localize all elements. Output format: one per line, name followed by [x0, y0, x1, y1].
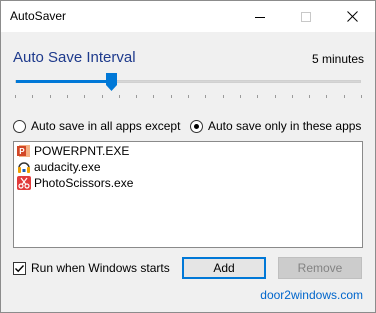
slider-fill [16, 80, 113, 83]
list-item[interactable]: P POWERPNT.EXE [17, 143, 362, 158]
slider-tick [309, 95, 311, 98]
client-area: Auto Save Interval 5 minutes Auto save i… [1, 32, 375, 312]
window-title: AutoSaver [10, 9, 67, 23]
photoscissors-icon [17, 175, 31, 190]
radio-label: Auto save only in these apps [208, 119, 362, 133]
slider-tick [136, 95, 138, 98]
apps-listbox[interactable]: P POWERPNT.EXE audacity.exe PhotoScissor… [13, 141, 363, 248]
radio-button[interactable] [13, 119, 26, 133]
maximize-button [283, 1, 329, 32]
slider-tick [101, 95, 103, 98]
list-item[interactable]: audacity.exe [17, 159, 362, 174]
checkmark-icon [15, 264, 25, 272]
close-icon [346, 11, 358, 22]
slider-tick [239, 95, 241, 98]
slider-tick [326, 95, 328, 98]
slider-tick [188, 95, 189, 98]
close-button[interactable] [329, 1, 375, 32]
bottom-controls: Run when Windows starts Add Remove [13, 257, 368, 281]
radio-button[interactable] [190, 119, 203, 133]
slider-tick [343, 95, 345, 98]
autosaver-window: AutoSaver Auto Save Interval 5 minutes A [0, 0, 376, 313]
app-name: PhotoScissors.exe [34, 175, 134, 190]
slider-tick [205, 95, 207, 98]
powerpoint-icon: P [17, 144, 30, 157]
list-item[interactable]: PhotoScissors.exe [17, 175, 362, 190]
slider-track[interactable] [15, 80, 361, 83]
app-name: POWERPNT.EXE [34, 143, 130, 158]
slider-tick [257, 95, 259, 98]
interval-heading: Auto Save Interval [13, 49, 136, 66]
radio-all-except[interactable]: Auto save in all apps except [13, 119, 180, 133]
slider-tick [118, 95, 120, 98]
radio-label: Auto save in all apps except [31, 119, 181, 133]
interval-value: 5 minutes [311, 52, 364, 66]
maximize-icon [301, 11, 311, 22]
slider-tick [222, 95, 224, 98]
audacity-icon [18, 161, 30, 173]
slider-tick [274, 95, 276, 98]
mode-radio-group: Auto save in all apps except Auto save o… [13, 119, 368, 137]
checkbox[interactable] [13, 261, 26, 275]
slider-thumb[interactable] [106, 73, 118, 91]
title-bar[interactable]: AutoSaver [1, 1, 375, 32]
slider-tick [153, 95, 155, 98]
slider-ticks [13, 95, 363, 99]
slider-tick [66, 95, 68, 98]
minimize-button[interactable] [237, 1, 283, 32]
website-link[interactable]: door2windows.com [260, 288, 363, 302]
add-button[interactable]: Add [182, 257, 266, 279]
remove-button[interactable]: Remove [278, 257, 362, 279]
radio-only-these[interactable]: Auto save only in these apps [190, 119, 361, 133]
run-on-start-checkbox[interactable]: Run when Windows starts [13, 261, 170, 275]
app-name: audacity.exe [34, 159, 101, 174]
svg-text:P: P [19, 147, 25, 156]
interval-slider[interactable] [13, 69, 363, 99]
slider-tick [15, 95, 16, 98]
slider-tick [49, 95, 51, 98]
slider-tick [84, 95, 86, 98]
slider-tick [361, 95, 362, 98]
minimize-icon [255, 16, 265, 18]
slider-tick [32, 95, 34, 98]
slider-tick [170, 95, 172, 98]
checkbox-label: Run when Windows starts [31, 261, 170, 275]
slider-tick [291, 95, 293, 98]
